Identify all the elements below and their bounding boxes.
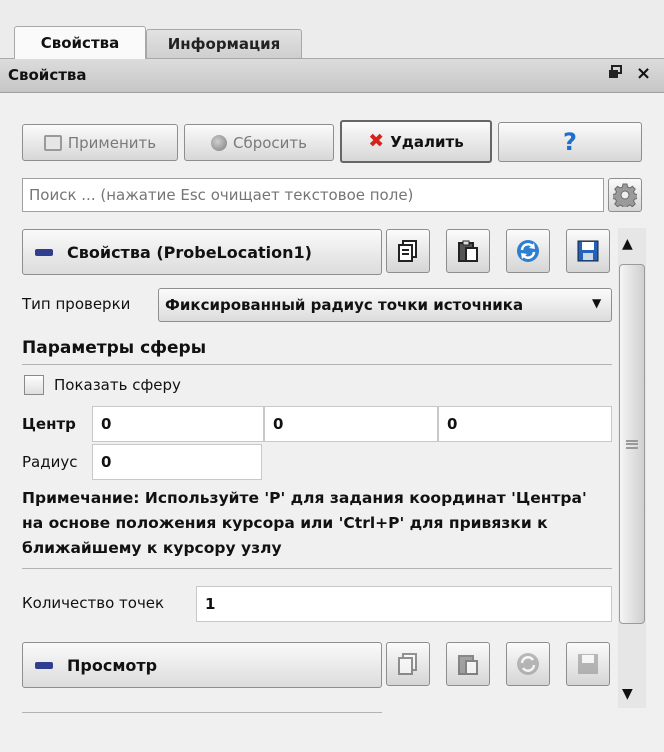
apply-label: Применить xyxy=(67,133,157,152)
properties-section-header[interactable]: Свойства (ProbeLocation1) xyxy=(22,229,382,275)
center-y-field[interactable]: 0 xyxy=(264,406,438,442)
save-button[interactable] xyxy=(566,229,610,273)
help-icon: ? xyxy=(563,128,577,156)
view-refresh-button[interactable] xyxy=(506,642,550,686)
close-icon[interactable]: × xyxy=(636,63,651,84)
dock-title-bar xyxy=(0,59,664,93)
scrollbar-thumb[interactable] xyxy=(619,264,645,624)
center-x-field[interactable]: 0 xyxy=(92,406,264,442)
scroll-down-icon[interactable]: ▼ xyxy=(622,686,633,702)
view-section-header[interactable]: Просмотр xyxy=(22,642,382,688)
grip-icon xyxy=(626,439,638,449)
refresh-icon xyxy=(517,653,539,675)
advanced-settings-button[interactable] xyxy=(608,178,642,212)
center-z-field[interactable]: 0 xyxy=(438,406,612,442)
collapse-icon xyxy=(35,248,53,256)
center-label: Центр xyxy=(22,415,76,433)
chevron-down-icon: ▼ xyxy=(592,296,602,310)
view-save-button[interactable] xyxy=(566,642,610,686)
bottom-divider xyxy=(22,712,382,713)
copy-icon xyxy=(398,240,417,262)
paste-icon xyxy=(458,655,478,675)
radius-field[interactable]: 0 xyxy=(92,444,262,480)
center-note: Примечание: Используйте 'P' для задания … xyxy=(22,489,587,557)
group-divider xyxy=(22,364,612,365)
search-input[interactable] xyxy=(22,178,604,212)
points-count-label: Количество точек xyxy=(22,594,165,612)
float-icon[interactable] xyxy=(608,64,622,83)
scroll-up-icon[interactable]: ▲ xyxy=(622,236,633,252)
view-copy-button[interactable] xyxy=(386,642,430,686)
view-paste-button[interactable] xyxy=(446,642,490,686)
delete-button[interactable]: ✖ Удалить xyxy=(340,120,492,163)
paste-button[interactable] xyxy=(446,229,490,273)
collapse-icon xyxy=(35,661,53,669)
delete-label: Удалить xyxy=(390,132,464,151)
copy-button[interactable] xyxy=(386,229,430,273)
gear-icon xyxy=(613,183,637,207)
show-sphere-checkbox[interactable] xyxy=(24,375,44,395)
radius-label: Радиус xyxy=(22,453,78,471)
view-section-title: Просмотр xyxy=(67,655,158,675)
tab-information[interactable]: Информация xyxy=(146,29,302,58)
reset-icon xyxy=(211,134,227,151)
points-count-field[interactable]: 1 xyxy=(196,586,612,622)
probe-type-label: Тип проверки xyxy=(22,295,131,313)
apply-icon xyxy=(43,134,62,151)
apply-button[interactable]: Применить xyxy=(22,124,178,161)
properties-section-title: Свойства (ProbeLocation1) xyxy=(67,242,312,262)
paste-icon xyxy=(458,240,478,262)
dock-title: Свойства xyxy=(8,66,87,84)
show-sphere-label: Показать сферу xyxy=(54,376,181,394)
save-icon xyxy=(578,654,598,674)
refresh-icon xyxy=(517,240,539,262)
refresh-button[interactable] xyxy=(506,229,550,273)
note-divider xyxy=(22,568,612,569)
delete-x-icon: ✖ xyxy=(368,130,385,152)
save-icon xyxy=(577,240,599,262)
reset-button[interactable]: Сбросить xyxy=(184,124,334,161)
help-button[interactable]: ? xyxy=(498,122,642,162)
tab-properties[interactable]: Свойства xyxy=(14,26,146,59)
copy-icon xyxy=(398,653,417,675)
sphere-group-title: Параметры сферы xyxy=(22,338,207,358)
reset-label: Сбросить xyxy=(233,133,307,152)
probe-type-select[interactable]: Фиксированный радиус точки источника xyxy=(158,288,612,322)
